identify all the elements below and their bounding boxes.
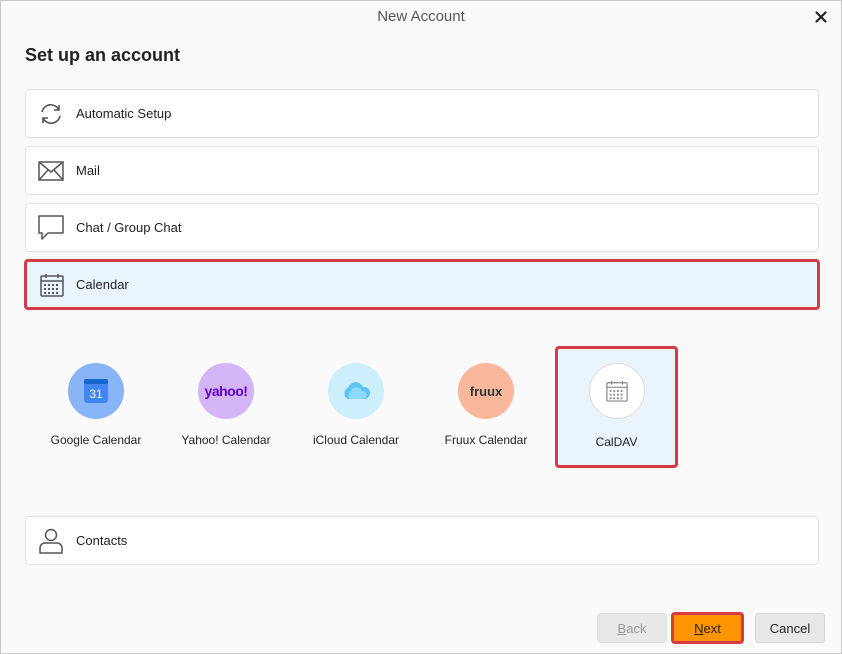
new-account-window: New Account Set up an account Automatic … bbox=[0, 0, 842, 654]
row-label: Calendar bbox=[76, 277, 129, 292]
cancel-button[interactable]: Cancel bbox=[755, 613, 825, 643]
fruux-logo-icon: fruux bbox=[458, 363, 514, 419]
provider-label: Yahoo! Calendar bbox=[181, 433, 271, 447]
provider-label: iCloud Calendar bbox=[312, 433, 400, 447]
row-chat[interactable]: Chat / Group Chat bbox=[25, 203, 819, 252]
provider-label: CalDAV bbox=[595, 435, 638, 449]
back-label: ack bbox=[626, 620, 647, 636]
next-mnemonic: N bbox=[694, 620, 704, 636]
provider-label: Fruux Calendar bbox=[444, 433, 528, 447]
mail-icon bbox=[26, 146, 76, 195]
provider-fruux-calendar[interactable]: fruux Fruux Calendar bbox=[426, 347, 546, 467]
chat-icon bbox=[26, 203, 76, 252]
google-calendar-icon: 31 bbox=[68, 363, 124, 419]
next-button[interactable]: Next bbox=[671, 612, 744, 644]
provider-google-calendar[interactable]: 31 Google Calendar bbox=[36, 347, 156, 467]
next-label: ext bbox=[703, 620, 721, 636]
page-title: Set up an account bbox=[25, 45, 181, 65]
close-icon bbox=[815, 11, 827, 23]
provider-yahoo-calendar[interactable]: yahoo! Yahoo! Calendar bbox=[166, 347, 286, 467]
row-label: Mail bbox=[76, 163, 100, 178]
row-mail[interactable]: Mail bbox=[25, 146, 819, 195]
calendar-providers: 31 Google Calendar yahoo! Yahoo! Calenda… bbox=[25, 341, 819, 476]
contact-icon bbox=[26, 516, 76, 565]
provider-icloud-calendar[interactable]: iCloud Calendar bbox=[296, 347, 416, 467]
provider-caldav[interactable]: CalDAV bbox=[555, 346, 678, 468]
sync-icon bbox=[26, 89, 76, 138]
row-automatic-setup[interactable]: Automatic Setup bbox=[25, 89, 819, 138]
provider-label: Google Calendar bbox=[50, 433, 142, 447]
cloud-icon bbox=[328, 363, 384, 419]
row-label: Contacts bbox=[76, 533, 128, 548]
yahoo-logo-icon: yahoo! bbox=[198, 363, 254, 419]
calendar-icon bbox=[27, 260, 76, 309]
close-button[interactable] bbox=[809, 5, 833, 29]
yahoo-badge: yahoo! bbox=[204, 383, 248, 399]
back-mnemonic: B bbox=[617, 620, 627, 636]
row-label: Automatic Setup bbox=[76, 106, 172, 121]
google-badge: 31 bbox=[89, 387, 103, 401]
fruux-badge: fruux bbox=[469, 383, 503, 399]
row-label: Chat / Group Chat bbox=[76, 220, 182, 235]
row-contacts[interactable]: Contacts bbox=[25, 516, 819, 565]
calendar-icon bbox=[588, 363, 645, 419]
row-calendar[interactable]: Calendar bbox=[24, 259, 820, 310]
window-title: New Account bbox=[377, 8, 465, 25]
back-button[interactable]: Back bbox=[597, 613, 667, 643]
